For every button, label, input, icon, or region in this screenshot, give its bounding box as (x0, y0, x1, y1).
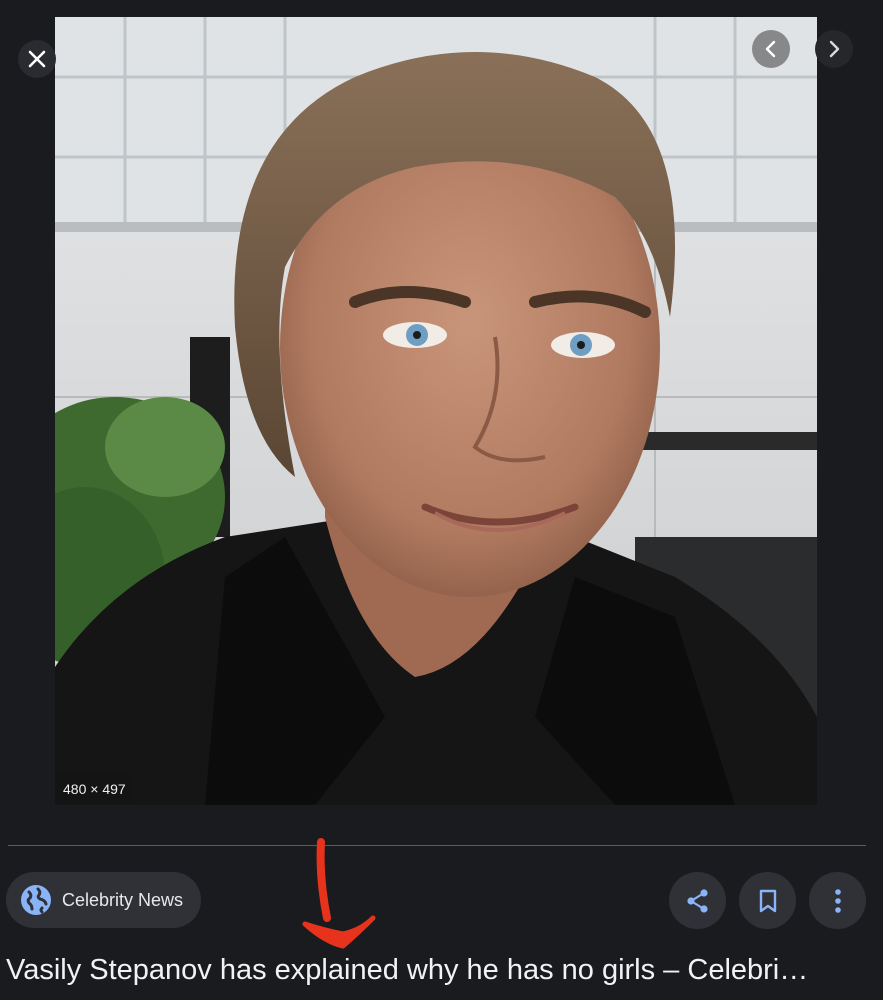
page-title[interactable]: Vasily Stepanov has explained why he has… (6, 950, 878, 990)
next-image-button[interactable] (815, 30, 853, 68)
bookmark-icon (759, 889, 776, 912)
share-button[interactable] (669, 872, 726, 929)
chevron-right-icon (829, 40, 840, 58)
hand-drawn-red-arrow-annotation (302, 838, 376, 949)
close-icon (28, 50, 46, 68)
divider (8, 845, 866, 846)
source-link-chip[interactable]: Celebrity News (6, 872, 202, 928)
save-button[interactable] (739, 872, 796, 929)
globe-icon (20, 884, 52, 916)
image-viewer: 480 × 497 Celebrity News Vasily Stepanov… (0, 0, 883, 1000)
close-button[interactable] (18, 40, 56, 78)
portrait-photo (55, 17, 817, 805)
share-icon (686, 888, 708, 913)
preview-image[interactable] (55, 17, 817, 805)
previous-image-button[interactable] (752, 30, 790, 68)
source-name: Celebrity News (62, 889, 184, 910)
image-dimensions-badge: 480 × 497 (55, 774, 134, 804)
chevron-left-icon (765, 40, 776, 58)
more-options-button[interactable] (809, 872, 866, 929)
more-vertical-icon (834, 888, 841, 913)
